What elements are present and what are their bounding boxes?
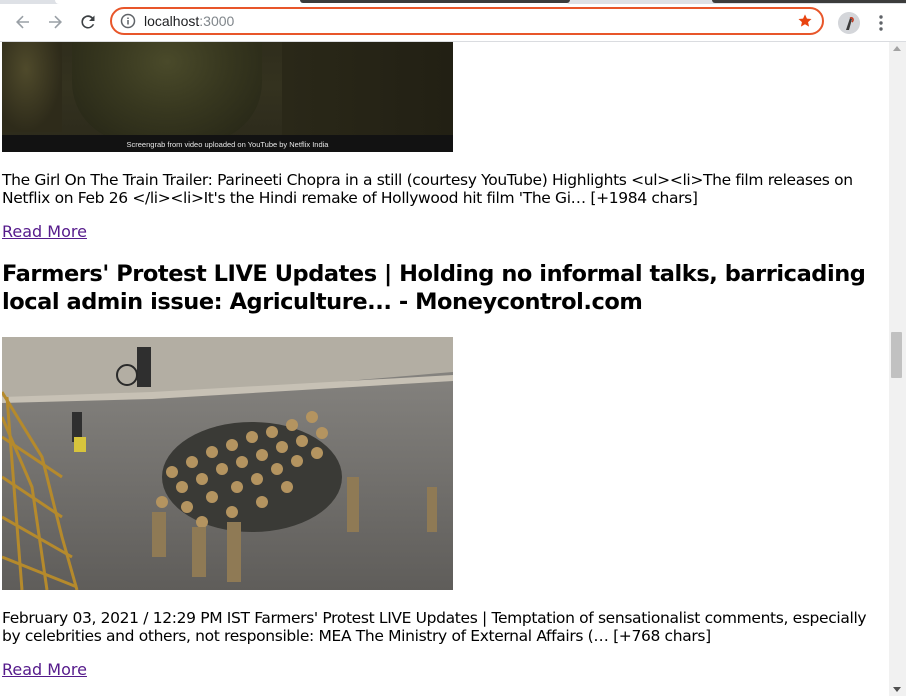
scroll-up-arrow-icon[interactable]: [893, 46, 901, 51]
back-button[interactable]: [9, 8, 37, 36]
info-icon[interactable]: [120, 13, 136, 29]
url-host: localhost: [144, 13, 200, 29]
star-icon[interactable]: [796, 12, 814, 30]
forward-button[interactable]: [41, 8, 69, 36]
article-description: February 03, 2021 / 12:29 PM IST Farmers…: [2, 609, 867, 645]
tab-edge-right[interactable]: [712, 0, 906, 3]
browser-toolbar: localhost:3000: [0, 4, 906, 42]
read-more-link[interactable]: Read More: [2, 661, 87, 679]
scroll-thumb[interactable]: [891, 332, 902, 378]
image-shape: [2, 42, 62, 132]
page-viewport: Screengrab from video uploaded on YouTub…: [0, 42, 889, 696]
url-port: :3000: [199, 13, 235, 29]
reload-button[interactable]: [74, 8, 102, 36]
vertical-scrollbar[interactable]: [889, 42, 906, 696]
tab-edge[interactable]: [300, 0, 570, 3]
article-image: [2, 337, 453, 590]
arrow-left-icon: [16, 15, 29, 29]
avatar-icon: [838, 12, 860, 34]
reload-icon: [81, 15, 95, 29]
article-image: Screengrab from video uploaded on YouTub…: [2, 42, 453, 152]
scroll-down-arrow-icon[interactable]: [893, 687, 901, 692]
article-description: The Girl On The Train Trailer: Parineeti…: [2, 171, 853, 207]
image-caption: Screengrab from video uploaded on YouTub…: [126, 140, 329, 149]
article-title: Farmers' Protest LIVE Updates | Holding …: [2, 261, 866, 315]
kebab-menu-icon: [879, 15, 883, 31]
address-bar[interactable]: localhost:3000: [110, 7, 824, 35]
browser-menu-button[interactable]: [872, 12, 890, 34]
protest-photo: [2, 337, 453, 590]
browser-window: localhost:3000 Screengrab from video upl…: [0, 0, 906, 696]
image-shape: [72, 42, 262, 142]
url-text[interactable]: localhost:3000: [144, 13, 234, 29]
arrow-right-icon: [49, 15, 62, 29]
profile-avatar[interactable]: [838, 12, 860, 34]
read-more-link[interactable]: Read More: [2, 223, 87, 241]
